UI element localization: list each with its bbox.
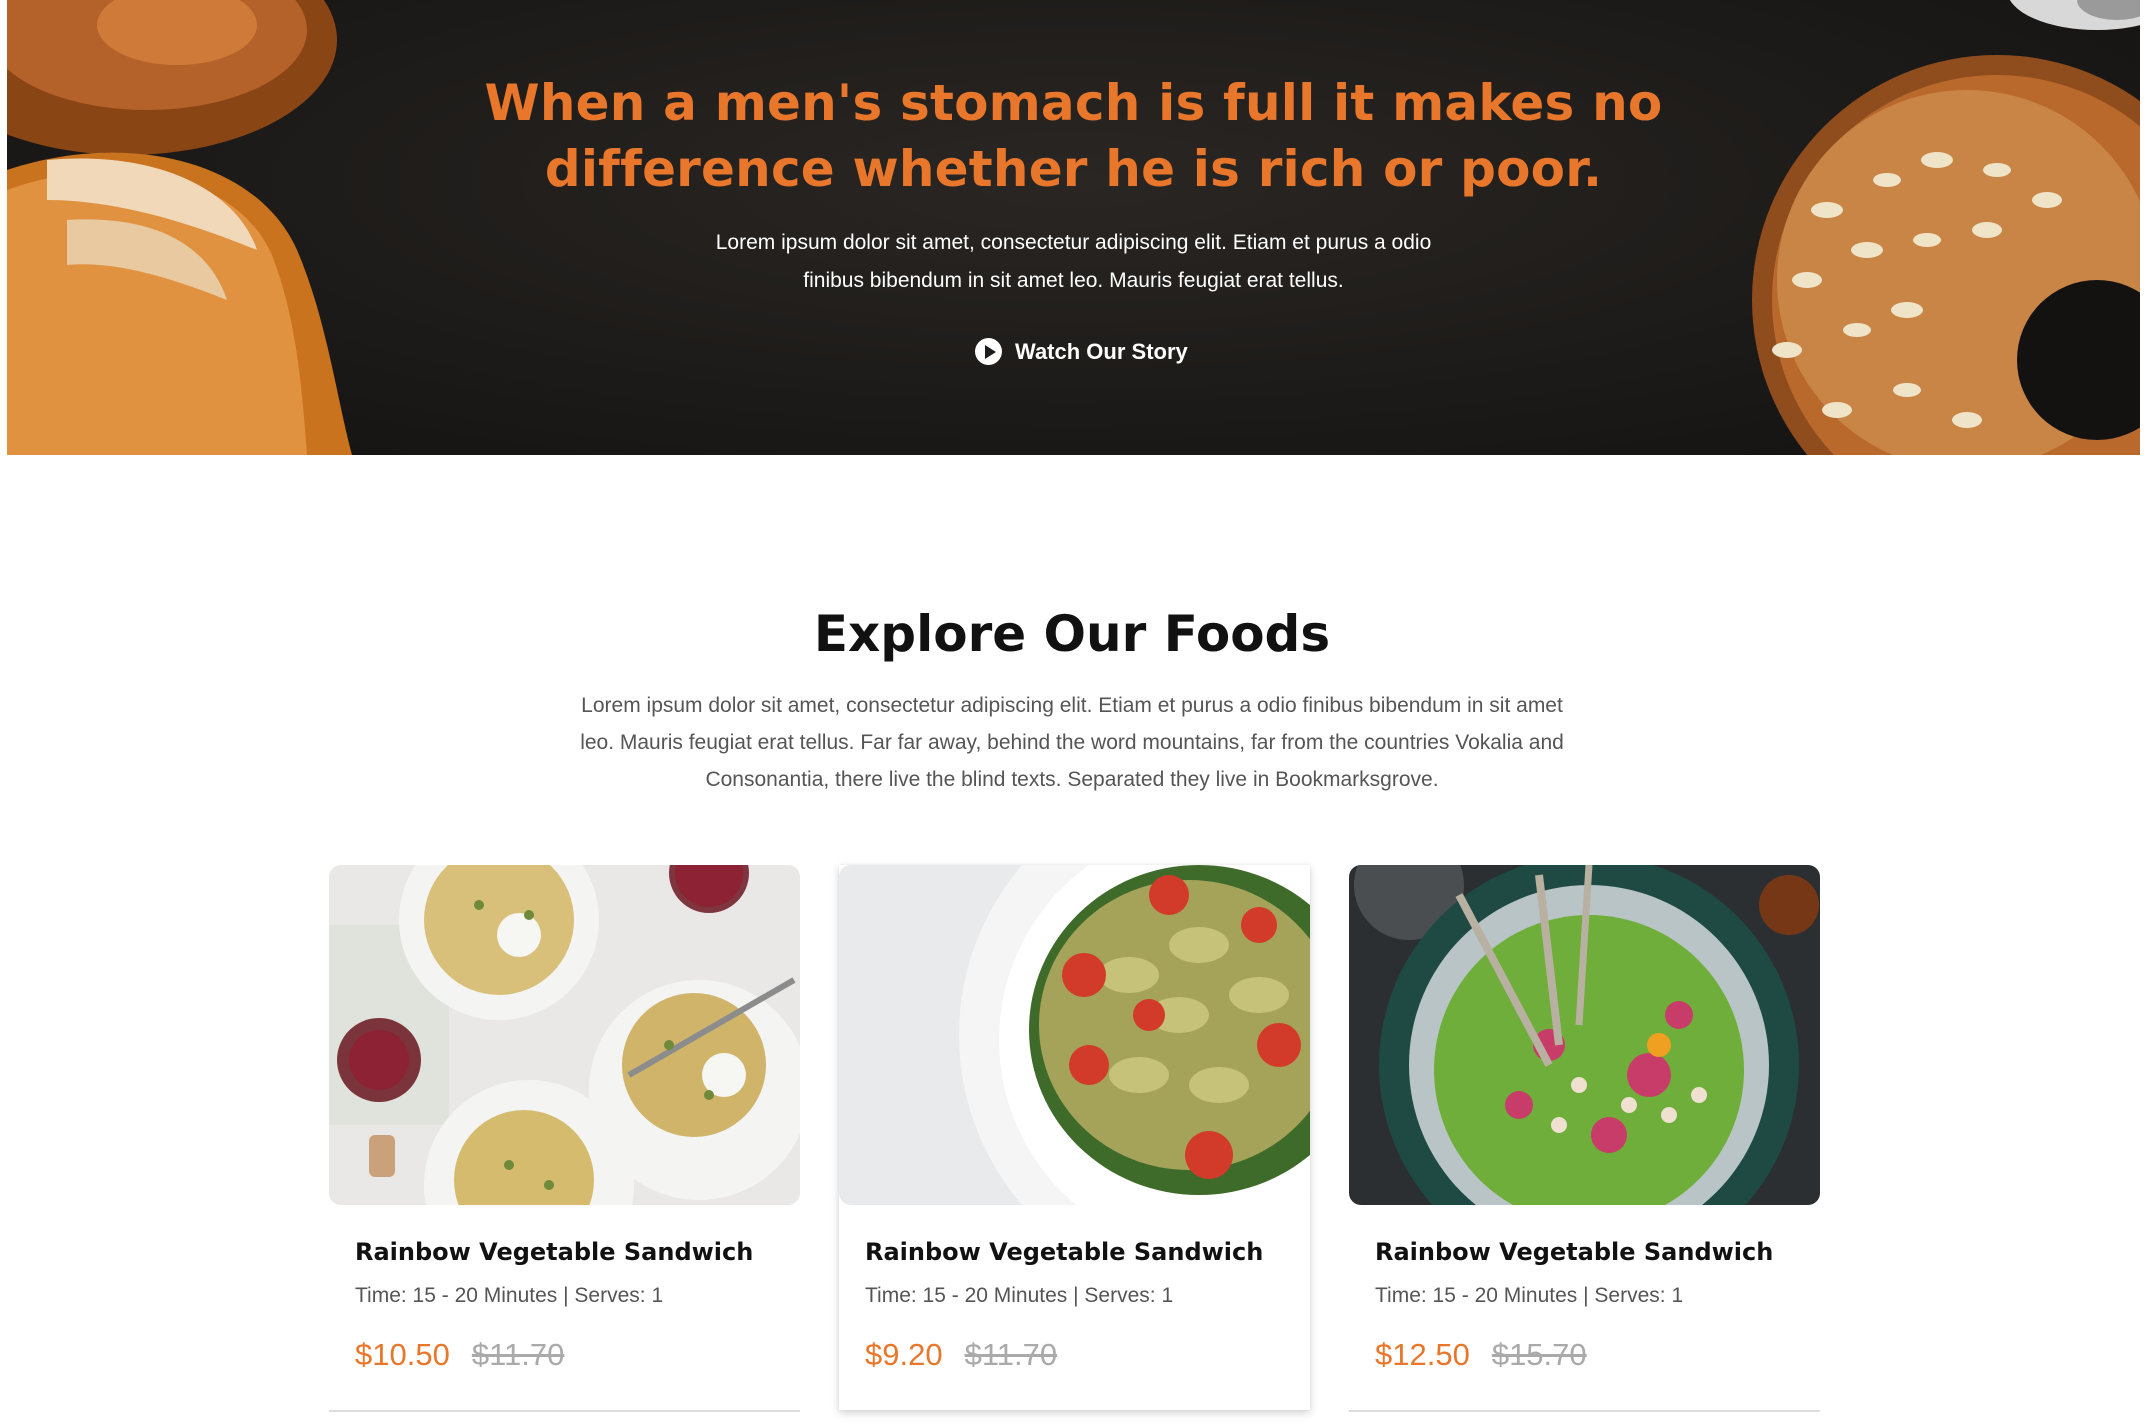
- price-row: $10.50 $11.70: [355, 1337, 564, 1373]
- food-meta: Time: 15 - 20 Minutes | Serves: 1: [1375, 1284, 1684, 1307]
- food-title[interactable]: Rainbow Vegetable Sandwich: [865, 1238, 1263, 1266]
- food-meta: Time: 15 - 20 Minutes | Serves: 1: [355, 1284, 664, 1307]
- current-price: $12.50: [1375, 1337, 1470, 1372]
- current-price: $10.50: [355, 1337, 450, 1372]
- hero-description-line: Lorem ipsum dolor sit amet, consectetur …: [715, 231, 1432, 254]
- section-title: Explore Our Foods: [813, 605, 1331, 663]
- section-description-line: Consonantia, there live the blind texts.…: [705, 768, 1439, 791]
- play-circle-icon: [975, 338, 1002, 365]
- food-card[interactable]: Rainbow Vegetable Sandwich Time: 15 - 20…: [329, 865, 800, 1412]
- current-price: $9.20: [865, 1337, 943, 1372]
- food-image-green-bowl[interactable]: [1349, 865, 1820, 1205]
- food-title[interactable]: Rainbow Vegetable Sandwich: [355, 1238, 753, 1266]
- old-price: $15.70: [1491, 1337, 1587, 1372]
- hero-quote: When a men's stomach is full it makes no…: [7, 70, 2140, 202]
- section-description-line: leo. Mauris feugiat erat tellus. Far far…: [580, 731, 1564, 754]
- hero-banner: When a men's stomach is full it makes no…: [7, 0, 2140, 455]
- price-row: $12.50 $15.70: [1375, 1337, 1587, 1373]
- page: When a men's stomach is full it makes no…: [0, 0, 2144, 1424]
- food-image-pasta-plates[interactable]: [329, 865, 800, 1205]
- hero-quote-line: When a men's stomach is full it makes no: [484, 74, 1663, 132]
- food-image-farfalle-salad[interactable]: [839, 865, 1310, 1205]
- food-title[interactable]: Rainbow Vegetable Sandwich: [1375, 1238, 1773, 1266]
- old-price: $11.70: [471, 1337, 565, 1372]
- watch-our-story-label: Watch Our Story: [1015, 338, 1188, 364]
- hero-description: Lorem ipsum dolor sit amet, consectetur …: [7, 224, 2140, 300]
- old-price: $11.70: [964, 1337, 1058, 1372]
- food-card[interactable]: Rainbow Vegetable Sandwich Time: 15 - 20…: [1349, 865, 1820, 1412]
- watch-our-story-button[interactable]: Watch Our Story: [975, 338, 1188, 365]
- section-description-line: Lorem ipsum dolor sit amet, consectetur …: [581, 694, 1563, 717]
- section-description: Lorem ipsum dolor sit amet, consectetur …: [0, 687, 2144, 798]
- hero-description-line: finibus bibendum in sit amet leo. Mauris…: [803, 269, 1344, 292]
- food-meta: Time: 15 - 20 Minutes | Serves: 1: [865, 1284, 1174, 1307]
- price-row: $9.20 $11.70: [865, 1337, 1057, 1373]
- food-card[interactable]: Rainbow Vegetable Sandwich Time: 15 - 20…: [839, 865, 1310, 1410]
- hero-quote-line: difference whether he is rich or poor.: [544, 140, 1603, 198]
